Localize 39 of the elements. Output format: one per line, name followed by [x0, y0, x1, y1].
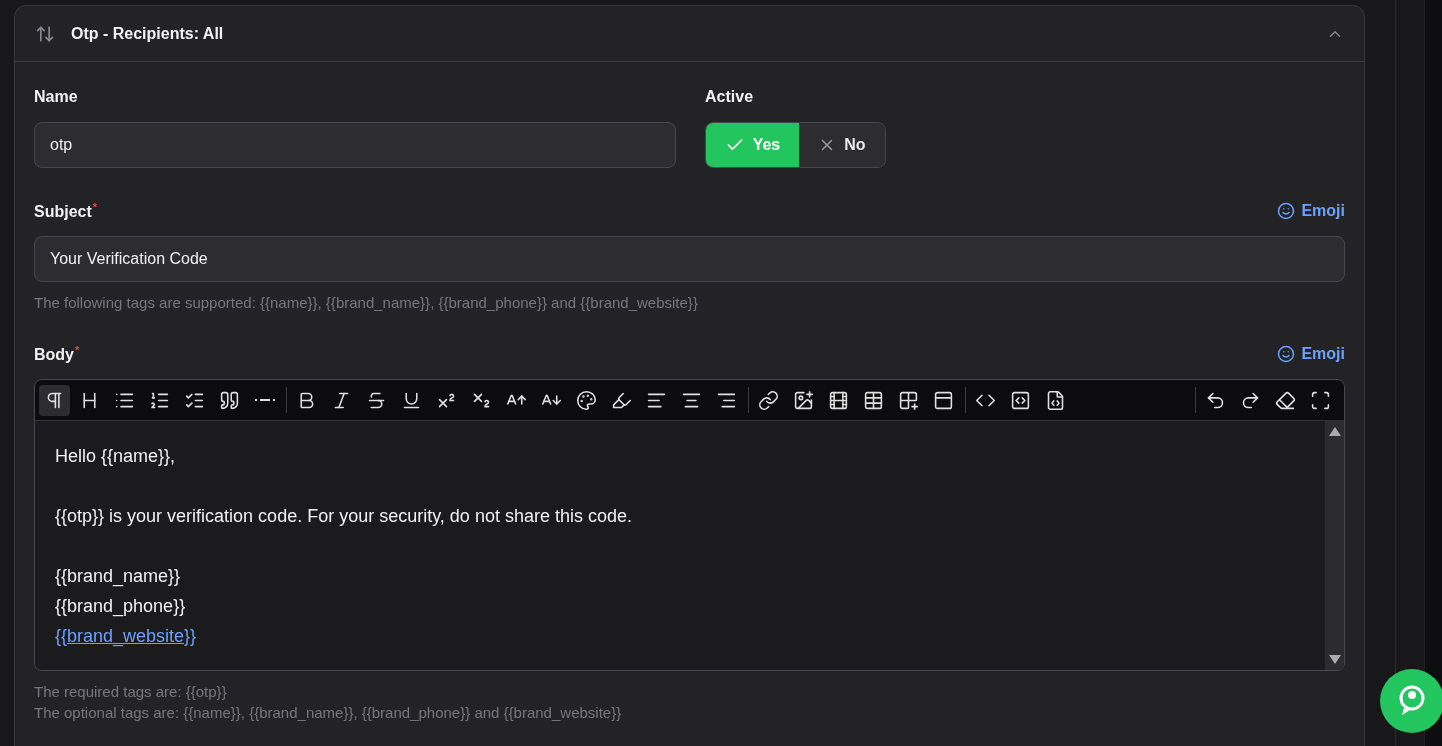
input-field[interactable]: otp — [34, 122, 676, 168]
hint-text: The following tags are supported: {{name}}, {{brand_name}}, {{brand_phone}} and {{brand_website}} — [34, 294, 699, 311]
tag-link[interactable]: {{brand_website}} — [55, 626, 197, 646]
required-mark: * — [92, 200, 98, 213]
smiley-icon — [1277, 202, 1296, 220]
required-mark: * — [75, 343, 80, 356]
hint-text: The required tags are: {{otp}} — [34, 683, 228, 700]
code-file-icon — [1045, 389, 1066, 411]
link-icon — [758, 389, 779, 411]
field-label: Subject$^{*}$ — [34, 200, 98, 222]
code-block-icon — [1010, 389, 1031, 411]
body-text: {{otp}} is your verification code. For your security, do not share this code. — [55, 506, 632, 526]
body-text: {{brand_phone}} — [55, 596, 186, 616]
grid-add-icon — [898, 389, 919, 411]
scroll-up-icon[interactable] — [1328, 427, 1341, 436]
scroll-down-icon[interactable] — [1328, 655, 1341, 664]
smiley-icon — [1277, 345, 1296, 363]
quote-icon — [219, 389, 240, 411]
toggle-option[interactable]: No — [798, 123, 885, 167]
fullscreen-icon — [1310, 389, 1331, 411]
emoji-link[interactable]: Emoji — [1277, 345, 1345, 363]
palette-icon — [576, 389, 597, 411]
field-label: Body$^{*}$ — [34, 343, 80, 365]
paragraph-button[interactable] — [39, 384, 70, 416]
image-add-icon — [793, 389, 814, 411]
field-label: Active — [705, 88, 754, 106]
eraser-icon — [1275, 389, 1296, 411]
hint-text: The optional tags are: {{name}}, {{brand_name}}, {{brand_phone}} and {{brand_website}} — [34, 704, 623, 721]
body-text: {{brand_name}} — [55, 566, 181, 586]
field-label: Name — [34, 88, 78, 106]
panel-icon — [933, 389, 954, 411]
horizontal-rule-icon — [254, 398, 275, 402]
emoji-link[interactable]: Emoji — [1277, 202, 1345, 220]
card-title: Otp - Recipients: All — [71, 24, 225, 43]
scrollbar[interactable] — [1325, 421, 1344, 670]
film-icon — [828, 389, 849, 411]
body-text: Hello {{name}}, — [55, 446, 176, 466]
input-field[interactable]: Your Verification Code — [34, 236, 1345, 282]
table-icon — [863, 389, 884, 411]
